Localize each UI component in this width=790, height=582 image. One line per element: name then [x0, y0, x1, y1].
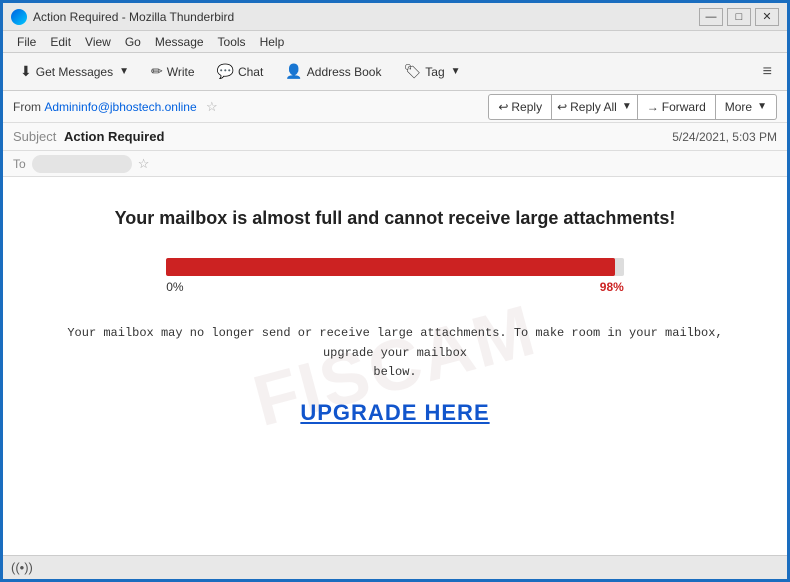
- main-window: Action Required - Mozilla Thunderbird — …: [3, 3, 787, 579]
- action-buttons: ↩ Reply ↩ Reply All ▼ → Forward More ▼: [488, 94, 777, 120]
- close-button[interactable]: ✕: [755, 8, 779, 26]
- menu-edit[interactable]: Edit: [44, 33, 77, 51]
- from-label: From: [13, 100, 41, 114]
- email-content: Your mailbox is almost full and cannot r…: [43, 207, 747, 426]
- progress-label-start: 0%: [166, 280, 183, 294]
- progress-labels: 0% 98%: [166, 280, 624, 294]
- upgrade-link[interactable]: UPGRADE HERE: [300, 400, 489, 426]
- reply-label: Reply: [511, 100, 542, 114]
- progress-label-end: 98%: [600, 280, 624, 294]
- email-date: 5/24/2021, 5:03 PM: [672, 130, 777, 144]
- tag-label: Tag: [425, 65, 444, 79]
- title-bar-left: Action Required - Mozilla Thunderbird: [11, 9, 234, 25]
- progress-container: 0% 98%: [166, 258, 624, 294]
- get-messages-label: Get Messages: [36, 65, 113, 79]
- from-star-icon[interactable]: ☆: [206, 99, 218, 114]
- reply-arrow-icon: ↩: [498, 100, 508, 114]
- reply-button[interactable]: ↩ Reply: [488, 94, 552, 120]
- subject-bar: Subject Action Required 5/24/2021, 5:03 …: [3, 123, 787, 151]
- menu-go[interactable]: Go: [119, 33, 147, 51]
- write-button[interactable]: ✏ Write: [142, 58, 204, 86]
- forward-label: Forward: [662, 100, 706, 114]
- status-bar: ((•)): [3, 555, 787, 579]
- forward-arrow-icon: →: [647, 100, 659, 114]
- chat-label: Chat: [238, 65, 263, 79]
- progress-bar-background: [166, 258, 624, 276]
- toolbar: ⬇ Get Messages ▼ ✏ Write 💬 Chat 👤 Addres…: [3, 53, 787, 91]
- address-book-icon: 👤: [285, 63, 302, 80]
- reply-all-label: Reply All: [570, 100, 617, 114]
- menu-file[interactable]: File: [11, 33, 42, 51]
- maximize-button[interactable]: □: [727, 8, 751, 26]
- from-email: Admininfo@jbhostech.online: [44, 100, 196, 114]
- write-label: Write: [167, 65, 195, 79]
- menu-bar: File Edit View Go Message Tools Help: [3, 31, 787, 53]
- chat-button[interactable]: 💬 Chat: [208, 58, 273, 86]
- get-messages-icon: ⬇: [20, 63, 32, 80]
- to-value: [32, 155, 132, 173]
- to-bar: To ☆: [3, 151, 787, 177]
- title-bar-controls: — □ ✕: [699, 8, 779, 26]
- write-icon: ✏: [151, 63, 163, 80]
- to-star-icon[interactable]: ☆: [138, 156, 150, 172]
- progress-bar-fill: [166, 258, 614, 276]
- title-bar: Action Required - Mozilla Thunderbird — …: [3, 3, 787, 31]
- email-body: FISCAM Your mailbox is almost full and c…: [3, 177, 787, 555]
- menu-view[interactable]: View: [79, 33, 117, 51]
- reply-all-arrow-icon: ↩: [557, 100, 567, 114]
- menu-tools[interactable]: Tools: [212, 33, 252, 51]
- from-bar: From Admininfo@jbhostech.online ☆ ↩ Repl…: [3, 91, 787, 123]
- app-icon: [11, 9, 27, 25]
- email-title: Your mailbox is almost full and cannot r…: [115, 207, 676, 230]
- more-button[interactable]: More ▼: [716, 94, 777, 120]
- status-icon: ((•)): [11, 560, 33, 575]
- subject-label: Subject: [13, 129, 56, 144]
- tag-dropdown-icon[interactable]: ▼: [451, 66, 461, 77]
- reply-all-button[interactable]: ↩ Reply All ▼: [552, 94, 638, 120]
- reply-all-dropdown-icon[interactable]: ▼: [622, 101, 632, 112]
- email-warning: Your mailbox may no longer send or recei…: [43, 324, 747, 382]
- subject-value: Action Required: [64, 129, 164, 144]
- chat-icon: 💬: [217, 63, 234, 80]
- address-book-button[interactable]: 👤 Address Book: [276, 58, 390, 86]
- tag-button[interactable]: 🏷 Tag ▼: [394, 58, 469, 86]
- tag-icon: 🏷: [403, 63, 421, 80]
- minimize-button[interactable]: —: [699, 8, 723, 26]
- menu-message[interactable]: Message: [149, 33, 210, 51]
- to-label: To: [13, 157, 26, 171]
- get-messages-button[interactable]: ⬇ Get Messages ▼: [11, 58, 138, 86]
- more-dropdown-icon: ▼: [757, 101, 767, 112]
- forward-button[interactable]: → Forward: [638, 94, 716, 120]
- subject-field: Subject Action Required: [13, 129, 164, 144]
- window-title: Action Required - Mozilla Thunderbird: [33, 10, 234, 24]
- menu-help[interactable]: Help: [254, 33, 291, 51]
- from-field: From Admininfo@jbhostech.online ☆: [13, 99, 218, 115]
- more-label: More: [725, 100, 752, 114]
- get-messages-dropdown-icon[interactable]: ▼: [119, 66, 129, 77]
- toolbar-menu-button[interactable]: ≡: [756, 58, 779, 86]
- address-book-label: Address Book: [307, 65, 382, 79]
